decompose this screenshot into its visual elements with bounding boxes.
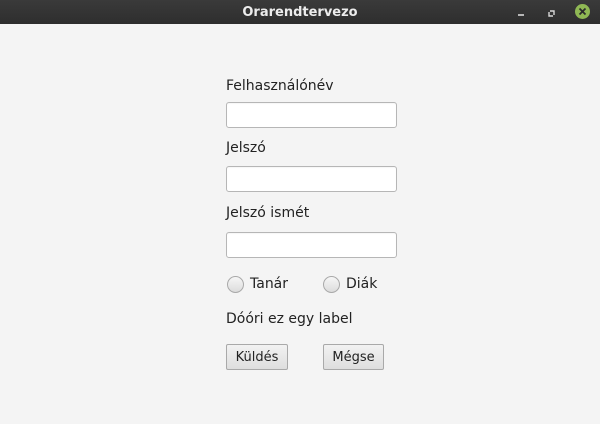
radio-teacher-label[interactable]: Tanár	[250, 276, 288, 292]
password-repeat-label: Jelszó ismét	[226, 205, 310, 221]
username-field[interactable]	[226, 102, 397, 128]
username-label: Felhasználónév	[226, 78, 334, 94]
submit-button[interactable]: Küldés	[226, 344, 288, 370]
password-repeat-field[interactable]	[226, 232, 397, 258]
radio-teacher-circle[interactable]	[227, 275, 244, 293]
radio-student[interactable]: Diák	[323, 275, 377, 293]
cancel-button[interactable]: Mégse	[323, 344, 384, 370]
window-title: Orarendtervezo	[242, 5, 358, 20]
radio-student-circle[interactable]	[323, 275, 340, 293]
maximize-icon[interactable]	[545, 5, 559, 19]
radio-student-label[interactable]: Diák	[346, 276, 377, 292]
info-label: Dóóri ez egy label	[226, 311, 353, 327]
password-label: Jelszó	[226, 140, 266, 156]
title-bar[interactable]: Orarendtervezo	[0, 0, 600, 24]
radio-teacher[interactable]: Tanár	[227, 275, 288, 293]
close-icon[interactable]	[575, 4, 590, 19]
minimize-icon[interactable]	[515, 5, 529, 19]
app-window: Orarendtervezo Felhasználónév Jelszó Jel…	[0, 0, 600, 424]
password-field[interactable]	[226, 166, 397, 192]
